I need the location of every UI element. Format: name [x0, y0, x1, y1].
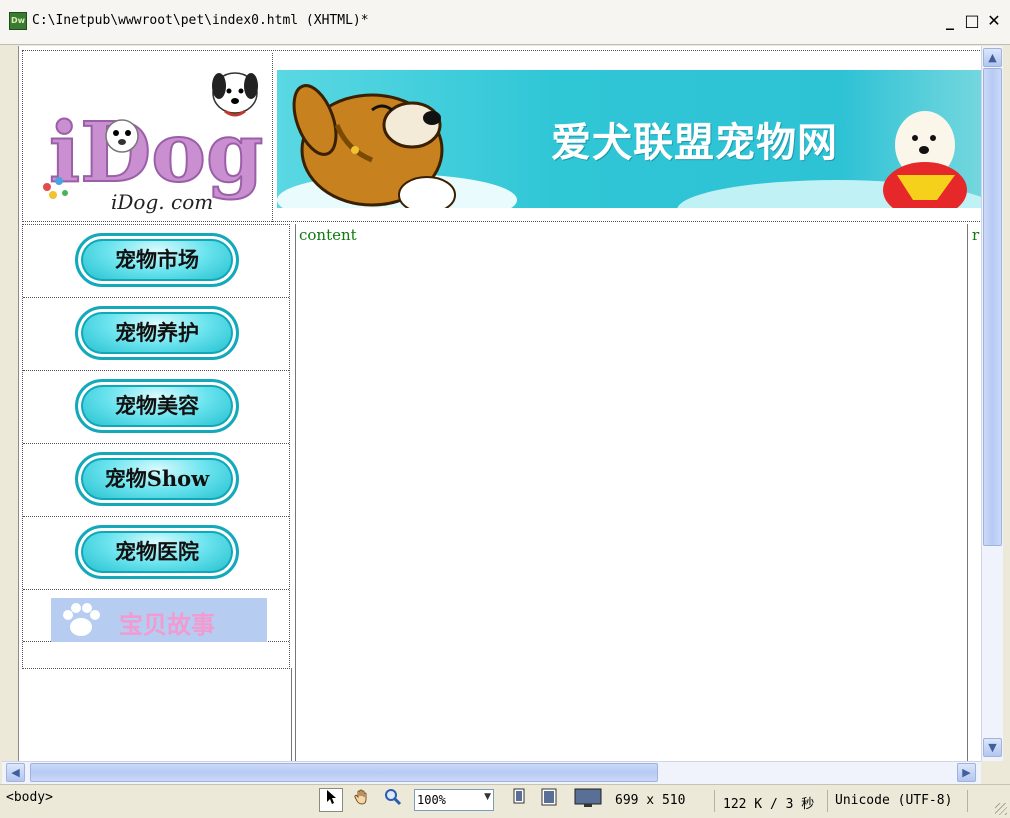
banner-title: 爱犬联盟宠物网	[551, 120, 838, 166]
scroll-left-button[interactable]: ◀	[6, 763, 25, 782]
design-view[interactable]: iDog iDog. com 爱犬联盟宠物网 宠物市场 宠物养护 宠物美容 宠物…	[18, 46, 983, 761]
scroll-up-button[interactable]: ▲	[983, 48, 1002, 67]
title-bar: Dw C:\Inetpub\wwwroot\pet\index0.html (X…	[0, 0, 1010, 45]
window-size-medium-icon[interactable]	[537, 788, 561, 812]
window-size-small-icon[interactable]	[507, 788, 531, 812]
left-column-below	[19, 668, 292, 761]
nav-row: 宠物养护	[23, 298, 289, 371]
nav-row: 宠物医院	[23, 517, 289, 590]
nav-button-pet-grooming[interactable]: 宠物美容	[75, 379, 239, 433]
nav-button-pet-market[interactable]: 宠物市场	[75, 233, 239, 287]
maximize-button[interactable]: □	[962, 8, 982, 34]
right-column-placeholder: r	[972, 226, 980, 244]
window-size-readout[interactable]: 699 x 510	[615, 793, 685, 808]
status-divider	[827, 790, 828, 812]
idog-logo: iDog iDog. com	[43, 72, 264, 214]
status-bar: <body> 100% ▼ 699 x 510 122 K / 3 秒 Unic…	[0, 784, 1010, 818]
baby-story-banner[interactable]: 宝贝故事	[51, 598, 267, 642]
header-table: iDog iDog. com 爱犬联盟宠物网	[22, 50, 983, 222]
paw-icon	[63, 603, 100, 636]
status-divider	[714, 790, 715, 812]
close-button[interactable]: ✕	[984, 8, 1004, 34]
zoom-select[interactable]: 100% ▼	[414, 789, 494, 811]
encoding-readout: Unicode (UTF-8)	[835, 793, 953, 808]
hand-tool-icon[interactable]	[350, 788, 374, 812]
logo-small-text: iDog. com	[111, 190, 213, 214]
content-column[interactable]: content	[295, 224, 968, 761]
window-title: C:\Inetpub\wwwroot\pet\index0.html (XHTM…	[32, 13, 369, 28]
minimize-button[interactable]: _	[940, 8, 960, 34]
nav-button-pet-care[interactable]: 宠物养护	[75, 306, 239, 360]
scroll-right-button[interactable]: ▶	[957, 763, 976, 782]
chevron-down-icon: ▼	[484, 792, 491, 802]
download-size-readout: 122 K / 3 秒	[723, 797, 815, 812]
baby-story-label: 宝贝故事	[119, 610, 215, 639]
left-nav-column: 宠物市场 宠物养护 宠物美容 宠物Show 宠物医院 宝贝故事	[22, 224, 290, 669]
nav-button-pet-show[interactable]: 宠物Show	[75, 452, 239, 506]
vertical-scrollbar[interactable]: ▲ ▼	[981, 46, 1003, 761]
dreamweaver-document-window: Dw C:\Inetpub\wwwroot\pet\index0.html (X…	[0, 0, 1010, 818]
window-size-monitor-icon[interactable]	[573, 788, 603, 812]
tag-selector[interactable]: <body>	[6, 790, 53, 805]
content-placeholder: content	[299, 226, 357, 244]
nav-row: 宠物Show	[23, 444, 289, 517]
status-divider	[967, 790, 968, 812]
header-banner: 爱犬联盟宠物网	[277, 70, 983, 208]
horizontal-scrollbar[interactable]: ◀ ▶	[2, 761, 981, 784]
zoom-value: 100%	[417, 793, 446, 807]
nav-button-pet-hospital[interactable]: 宠物医院	[75, 525, 239, 579]
scroll-down-button[interactable]: ▼	[983, 738, 1002, 757]
select-tool-icon[interactable]	[319, 788, 343, 812]
logo-big-text: iDog	[49, 105, 263, 201]
resize-grip-icon[interactable]	[995, 803, 1007, 815]
horizontal-scroll-thumb[interactable]	[30, 763, 658, 782]
nav-row: 宠物市场	[23, 225, 289, 298]
dreamweaver-icon: Dw	[9, 12, 27, 30]
zoom-tool-icon[interactable]	[381, 788, 405, 812]
nav-row: 宝贝故事	[23, 590, 289, 642]
vertical-scroll-thumb[interactable]	[983, 68, 1002, 546]
logo-cell: iDog iDog. com	[27, 53, 273, 222]
nav-row: 宠物美容	[23, 371, 289, 444]
